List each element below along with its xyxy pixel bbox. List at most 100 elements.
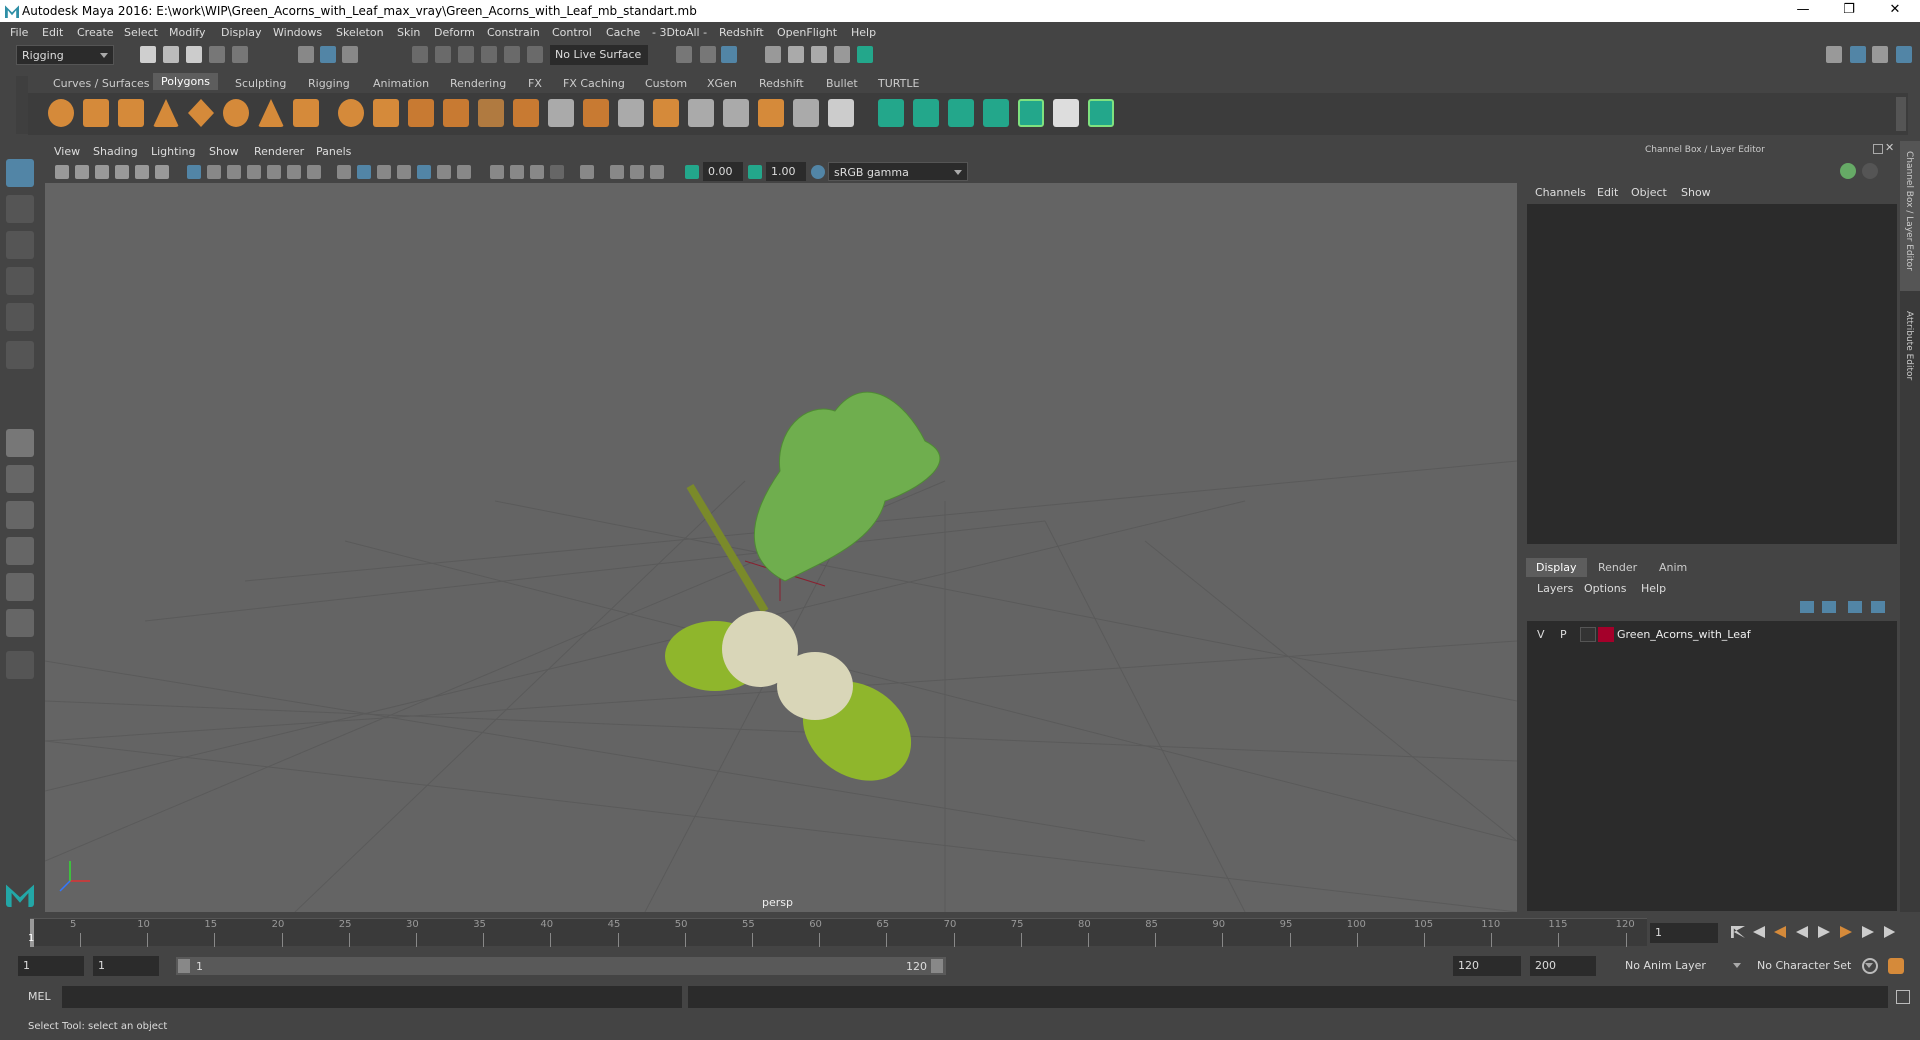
play-forward-icon[interactable]	[1818, 926, 1830, 938]
uv-checker-icon[interactable]	[1053, 99, 1079, 127]
tab-fx-caching[interactable]: FX Caching	[563, 77, 625, 90]
step-forward-key-icon[interactable]	[1862, 926, 1874, 938]
menu-3dtoall[interactable]: - 3DtoAll -	[652, 26, 707, 39]
smooth-icon[interactable]	[443, 99, 469, 127]
merge-icon[interactable]	[758, 99, 784, 127]
command-language-label[interactable]: MEL	[28, 990, 51, 1003]
layer-playback-toggle[interactable]: P	[1560, 628, 1567, 641]
backface-culling-icon[interactable]	[650, 165, 664, 179]
tab-rendering[interactable]: Rendering	[450, 77, 506, 90]
select-hierarchy-icon[interactable]	[298, 46, 314, 63]
bookmark-icon[interactable]	[95, 165, 109, 179]
field-chart-icon[interactable]	[267, 165, 281, 179]
tab-fx[interactable]: FX	[528, 77, 542, 90]
step-back-key-icon[interactable]	[1753, 926, 1765, 938]
xray-joints-icon[interactable]	[630, 165, 644, 179]
gate-mask-icon[interactable]	[247, 165, 261, 179]
2d-pan-zoom-icon[interactable]	[135, 165, 149, 179]
uv-spherical-icon[interactable]	[948, 99, 974, 127]
menu-help[interactable]: Help	[851, 26, 876, 39]
select-tool-icon[interactable]	[6, 159, 34, 187]
vp-menu-renderer[interactable]: Renderer	[254, 145, 304, 158]
range-end-handle[interactable]	[931, 959, 943, 973]
toggle-attribute-editor-icon[interactable]	[1872, 46, 1888, 63]
safe-action-icon[interactable]	[287, 165, 301, 179]
snap-point-icon[interactable]	[458, 46, 474, 63]
channel-list[interactable]	[1527, 204, 1897, 544]
menu-modify[interactable]: Modify	[169, 26, 205, 39]
select-camera-icon[interactable]	[55, 165, 69, 179]
move-layer-up-icon[interactable]	[1800, 601, 1814, 613]
tab-polygons[interactable]: Polygons	[153, 73, 218, 90]
bridge-icon[interactable]	[688, 99, 714, 127]
uv-cylindrical-icon[interactable]	[913, 99, 939, 127]
step-forward-frame-icon[interactable]	[1840, 926, 1852, 938]
resolution-gate-icon[interactable]	[227, 165, 241, 179]
construction-history-icon[interactable]	[721, 46, 737, 63]
depth-of-field-icon[interactable]	[550, 165, 564, 179]
vp-menu-shading[interactable]: Shading	[93, 145, 138, 158]
cb-menu-channels[interactable]: Channels	[1535, 186, 1586, 199]
snap-grid-icon[interactable]	[412, 46, 428, 63]
menu-skin[interactable]: Skin	[397, 26, 420, 39]
poly-sphere-icon[interactable]	[48, 99, 74, 127]
side-tab-channel-box[interactable]: Channel Box / Layer Editor	[1900, 141, 1920, 291]
render-frame-icon[interactable]	[788, 46, 804, 63]
safe-title-icon[interactable]	[307, 165, 321, 179]
new-layer-icon[interactable]	[1848, 601, 1862, 613]
play-backward-icon[interactable]	[1796, 926, 1808, 938]
persp-hypershade-layout-icon[interactable]	[6, 573, 34, 601]
grid-toggle-icon[interactable]	[187, 165, 201, 179]
save-scene-icon[interactable]	[186, 46, 202, 63]
layer-menu-options[interactable]: Options	[1584, 582, 1626, 595]
shelf-options-icon[interactable]	[16, 76, 28, 134]
current-frame-field[interactable]: 1	[1650, 923, 1718, 943]
vp-menu-show[interactable]: Show	[209, 145, 239, 158]
use-all-lights-icon[interactable]	[437, 165, 451, 179]
go-to-end-icon[interactable]	[1884, 926, 1896, 938]
vp-menu-panels[interactable]: Panels	[316, 145, 351, 158]
ipr-render-icon[interactable]	[811, 46, 827, 63]
uv-planar-icon[interactable]	[878, 99, 904, 127]
toggle-modeling-toolkit-icon[interactable]	[1850, 46, 1866, 63]
menu-edit[interactable]: Edit	[42, 26, 63, 39]
poly-torus-icon[interactable]	[223, 99, 249, 127]
textured-icon[interactable]	[417, 165, 431, 179]
view-transform-dropdown[interactable]: sRGB gamma	[828, 162, 968, 181]
select-object-icon[interactable]	[320, 46, 336, 63]
workspace-icon[interactable]	[1826, 46, 1842, 63]
snap-curve-icon[interactable]	[435, 46, 451, 63]
motion-blur-icon[interactable]	[510, 165, 524, 179]
single-perspective-layout-icon[interactable]	[6, 429, 34, 457]
layer-menu-layers[interactable]: Layers	[1537, 582, 1573, 595]
poly-cube-icon[interactable]	[83, 99, 109, 127]
menu-skeleton[interactable]: Skeleton	[336, 26, 384, 39]
camera-attributes-icon[interactable]	[75, 165, 89, 179]
close-button[interactable]: ✕	[1872, 0, 1918, 22]
layer-tab-render[interactable]: Render	[1598, 561, 1637, 574]
range-start-handle[interactable]	[178, 959, 190, 973]
uv-automatic-icon[interactable]	[983, 99, 1009, 127]
combine-icon[interactable]	[338, 99, 364, 127]
menu-file[interactable]: File	[10, 26, 28, 39]
menu-cache[interactable]: Cache	[606, 26, 640, 39]
menu-display[interactable]: Display	[221, 26, 262, 39]
vp-menu-view[interactable]: View	[54, 145, 80, 158]
tab-bullet[interactable]: Bullet	[826, 77, 858, 90]
cb-menu-show[interactable]: Show	[1681, 186, 1711, 199]
vp-menu-lighting[interactable]: Lighting	[151, 145, 195, 158]
layer-type-toggle[interactable]	[1580, 627, 1596, 642]
custom-layout-icon[interactable]	[6, 609, 34, 637]
exposure-field[interactable]: 0.00	[703, 162, 743, 181]
close-panel-icon[interactable]: ✕	[1885, 141, 1894, 154]
range-bar[interactable]: 1 120	[176, 957, 946, 975]
wireframe-on-shaded-icon[interactable]	[397, 165, 411, 179]
xray-icon[interactable]	[610, 165, 624, 179]
menu-openflight[interactable]: OpenFlight	[777, 26, 837, 39]
layer-tab-anim[interactable]: Anim	[1659, 561, 1687, 574]
append-polygon-icon[interactable]	[828, 99, 854, 127]
layer-row[interactable]: V P Green_Acorns_with_Leaf	[1535, 626, 1895, 644]
playback-start-field[interactable]: 1	[93, 956, 159, 976]
select-component-icon[interactable]	[342, 46, 358, 63]
new-layer-selected-icon[interactable]	[1871, 601, 1885, 613]
